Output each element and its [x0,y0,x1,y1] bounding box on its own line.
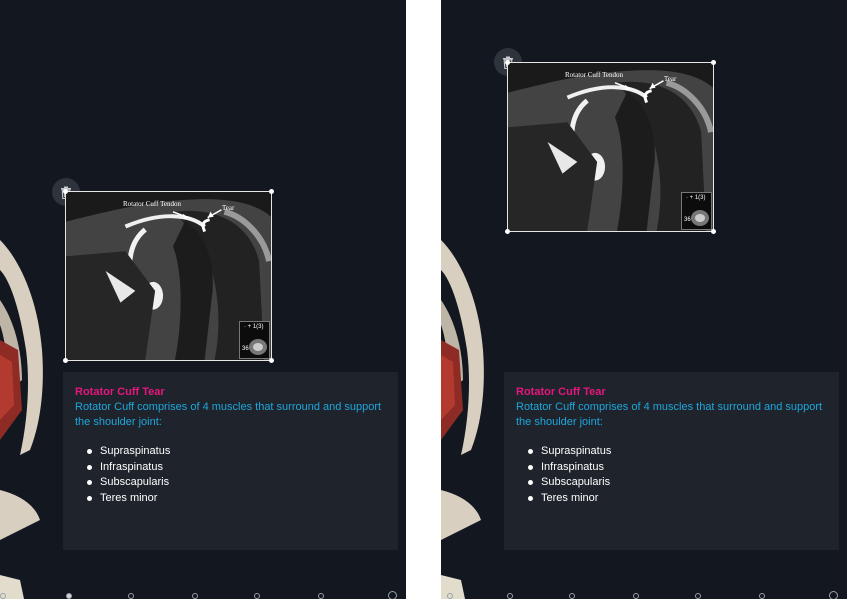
timeline-dot[interactable] [254,593,260,599]
timeline-dot[interactable] [192,593,198,599]
list-item: Teres minor [87,491,386,507]
mri-inset-thumbnail: · + 1(3) 36 [681,192,712,230]
timeline-dot-active[interactable] [66,593,72,599]
mri-image[interactable]: Rotator Cuff Tendon Tear · + 1(3) 36 [63,189,274,363]
timeline-dot[interactable] [447,593,453,599]
timeline-dot[interactable] [633,593,639,599]
mri-inset-thumbnail: · + 1(3) 36 [239,321,270,359]
resize-handle-top-left[interactable] [505,60,510,65]
mri-image[interactable]: Rotator Cuff Tendon Tear · + 1(3) 36 [505,60,716,234]
timeline-dot-end[interactable] [388,591,397,599]
timeline-dot[interactable] [318,593,324,599]
mri-label-tear: Tear [664,75,677,83]
list-item: Subscapularis [528,475,827,491]
timeline-dot[interactable] [569,593,575,599]
muscle-list: Supraspinatus Infraspinatus Subscapulari… [75,444,386,506]
mri-label-tear: Tear [222,204,235,212]
mri-label-tendon: Rotator Cuff Tendon [565,71,623,79]
inset-label: · + 1(3) [686,195,706,201]
mri-label-tendon: Rotator Cuff Tendon [123,200,181,208]
resize-handle-bottom-right[interactable] [711,229,716,234]
timeline-dot[interactable] [759,593,765,599]
anatomy-skeleton-model[interactable] [0,240,60,599]
inset-index: 36 [684,217,691,223]
right-screen: Rotator Cuff Tendon Tear · + 1(3) 36 Rot… [441,0,847,599]
list-item: Subscapularis [87,475,386,491]
timeline-dot-end[interactable] [829,591,838,599]
info-card: Rotator Cuff Tear Rotator Cuff comprises… [63,372,398,550]
inset-index: 36 [242,346,249,352]
list-item: Teres minor [528,491,827,507]
resize-handle-bottom-left[interactable] [63,358,68,363]
resize-handle-bottom-right[interactable] [269,358,274,363]
timeline-dot[interactable] [695,593,701,599]
timeline-dot[interactable] [0,593,6,599]
resize-handle-top-left[interactable] [63,189,68,194]
info-title: Rotator Cuff Tear [516,386,606,398]
timeline-dot[interactable] [128,593,134,599]
muscle-list: Supraspinatus Infraspinatus Subscapulari… [516,444,827,506]
info-title: Rotator Cuff Tear [75,386,165,398]
timeline-dot[interactable] [507,593,513,599]
left-screen: Rotator Cuff Tendon Tear · + 1(3) 36 Rot… [0,0,406,599]
timeline-dots [441,591,847,599]
info-description: Rotator Cuff comprises of 4 muscles that… [516,401,823,428]
list-item: Supraspinatus [528,444,827,460]
resize-handle-top-right[interactable] [711,60,716,65]
timeline-dots [0,591,406,599]
list-item: Infraspinatus [87,460,386,476]
resize-handle-top-right[interactable] [269,189,274,194]
list-item: Supraspinatus [87,444,386,460]
info-card: Rotator Cuff Tear Rotator Cuff comprises… [504,372,839,550]
list-item: Infraspinatus [528,460,827,476]
resize-handle-bottom-left[interactable] [505,229,510,234]
anatomy-skeleton-model[interactable] [441,240,501,599]
info-description: Rotator Cuff comprises of 4 muscles that… [75,401,382,428]
inset-label: · + 1(3) [244,324,264,330]
